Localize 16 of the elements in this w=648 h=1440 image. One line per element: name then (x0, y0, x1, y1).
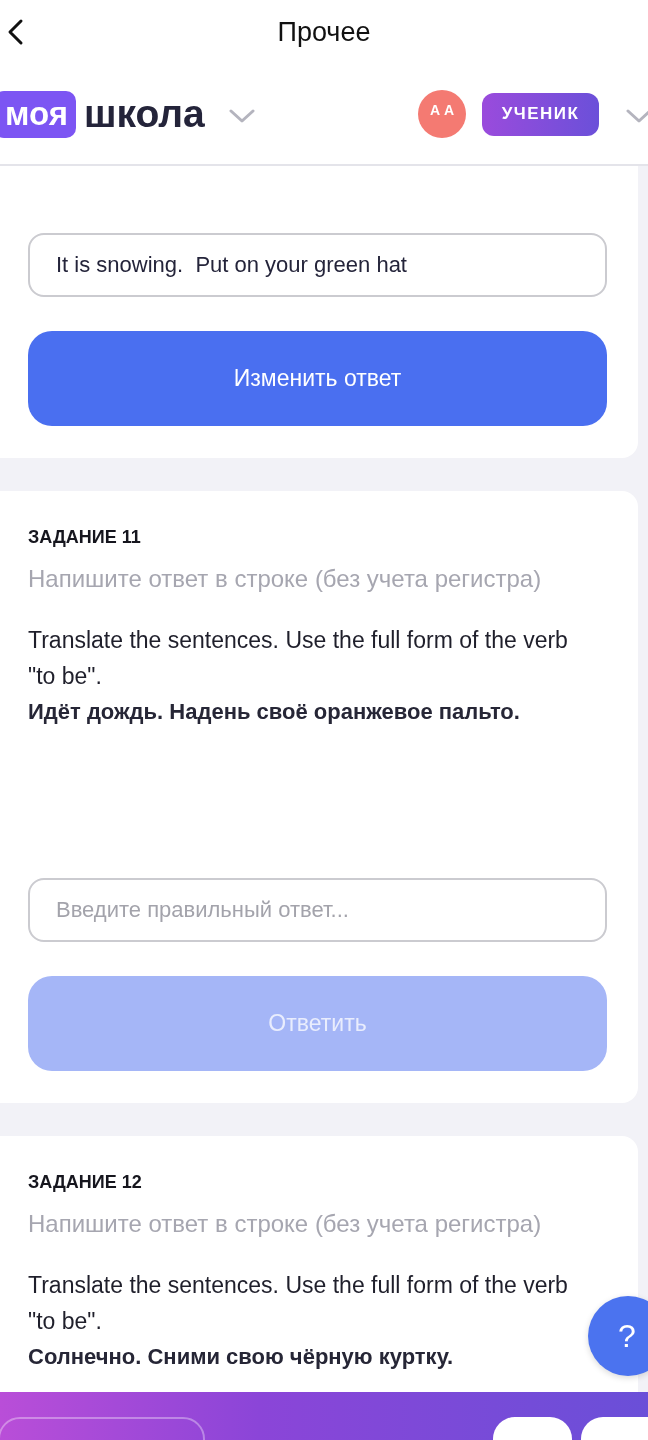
answer-field[interactable]: It is snowing. Put on your green hat (28, 233, 607, 297)
role-badge[interactable]: УЧЕНИК (482, 92, 599, 136)
logo-text[interactable]: школа (83, 92, 205, 136)
task-title: ЗАДАНИЕ 11 (28, 526, 141, 549)
avatar[interactable]: АА (418, 90, 466, 138)
logo-badge[interactable]: моя (0, 90, 76, 138)
task-question: Translate the sentences. Use the full form of the verb "to be". (28, 1271, 569, 1336)
answer-button[interactable]: Изменить ответ (28, 331, 607, 426)
page-title: Прочее (277, 16, 371, 48)
task-hint: Напишите ответ в строке (без учета регистра) (28, 564, 542, 594)
task-question: Translate the sentences. Use the full form of the verb "to be". (28, 626, 569, 691)
task-prompt: Солнечно. Сними свою чёрную куртку. (28, 1343, 454, 1371)
task-title: ЗАДАНИЕ 12 (28, 1171, 142, 1194)
task-hint: Напишите ответ в строке (без учета регистра) (28, 1209, 542, 1239)
task-prompt: Идёт дождь. Надень своё оранжевое пальто. (28, 698, 520, 726)
answer-field[interactable]: Введите правильный ответ... (28, 878, 607, 942)
